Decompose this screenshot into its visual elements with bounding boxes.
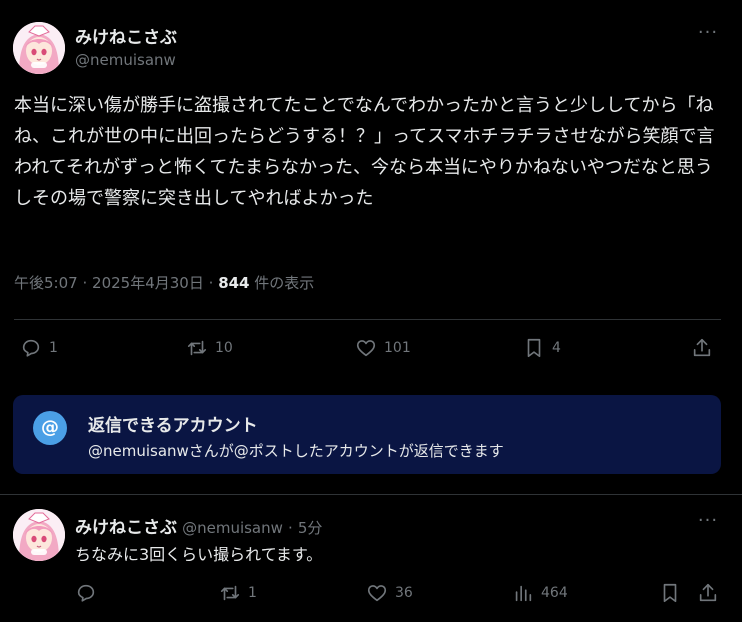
share-upload-icon (693, 338, 711, 357)
bookmark-icon (663, 583, 677, 603)
repost-arrows-icon (220, 585, 240, 601)
divider (14, 319, 721, 320)
reply-text: ちなみに3回くらい撮られてます。 (75, 545, 323, 564)
divider (0, 494, 742, 495)
repost-count: 1 (248, 585, 257, 601)
share-button[interactable] (697, 582, 726, 604)
repost-button[interactable]: 1 (219, 582, 257, 604)
reply-author-display-name[interactable]: みけねこさぶ (75, 518, 177, 538)
reply-button[interactable]: 1 (20, 337, 58, 359)
avatar-image (13, 509, 65, 561)
bar-chart-icon (515, 585, 532, 602)
speech-bubble-icon (77, 584, 95, 602)
author-handle[interactable]: @nemuisanw (75, 51, 176, 69)
meta-separator: · (208, 274, 214, 292)
like-button[interactable]: 101 (355, 337, 411, 359)
view-label: 件の表示 (254, 274, 315, 292)
repost-button[interactable]: 10 (186, 337, 233, 359)
heart-icon (367, 585, 387, 602)
reply-button[interactable] (75, 582, 104, 604)
bookmark-button[interactable]: 4 (523, 337, 561, 359)
post-metadata: 午後5:07 · 2025年4月30日 · 844 件の表示 (14, 272, 314, 293)
like-button[interactable]: 36 (366, 582, 413, 604)
avatar-image (13, 22, 65, 74)
meta-separator: · (288, 519, 293, 537)
reply-restriction-description: @nemuisanwさんが@ポストしたアカウントが返信できます (88, 442, 504, 460)
post-text: 本当に深い傷が勝手に盗撮されてたことでなんでわかったかと言うと少ししてから「ねね… (14, 95, 715, 209)
more-horizontal-icon[interactable]: ··· (696, 512, 720, 534)
view-count: 844 (218, 274, 250, 292)
share-button[interactable] (691, 337, 720, 359)
share-upload-icon (699, 583, 717, 602)
reply-restriction-notice: @ 返信できるアカウント @nemuisanwさんが@ポストしたアカウントが返信… (13, 395, 721, 474)
bookmark-icon (527, 338, 541, 358)
avatar[interactable] (13, 509, 65, 561)
post-date[interactable]: 2025年4月30日 (92, 274, 204, 292)
like-count: 101 (384, 340, 411, 356)
reply-author-handle[interactable]: @nemuisanw (182, 519, 283, 537)
heart-icon (356, 340, 376, 357)
more-horizontal-icon[interactable]: ··· (696, 24, 720, 46)
reply-count: 1 (49, 340, 58, 356)
repost-count: 10 (215, 340, 233, 356)
bookmark-button[interactable] (659, 582, 688, 604)
bookmark-count: 4 (552, 340, 561, 356)
views-button[interactable]: 464 (512, 582, 568, 604)
avatar[interactable] (13, 22, 65, 74)
speech-bubble-icon (22, 339, 40, 357)
meta-separator: · (82, 274, 88, 292)
reply-timestamp[interactable]: 5分 (298, 519, 323, 537)
like-count: 36 (395, 585, 413, 601)
post-time[interactable]: 午後5:07 (14, 274, 78, 292)
view-count: 464 (541, 585, 568, 601)
at-sign-icon: @ (33, 411, 67, 445)
author-display-name[interactable]: みけねこさぶ (75, 23, 177, 48)
reply-restriction-title: 返信できるアカウント (88, 416, 258, 436)
reply-author-line: みけねこさぶ @nemuisanw · 5分 (75, 513, 322, 538)
repost-arrows-icon (187, 340, 207, 356)
